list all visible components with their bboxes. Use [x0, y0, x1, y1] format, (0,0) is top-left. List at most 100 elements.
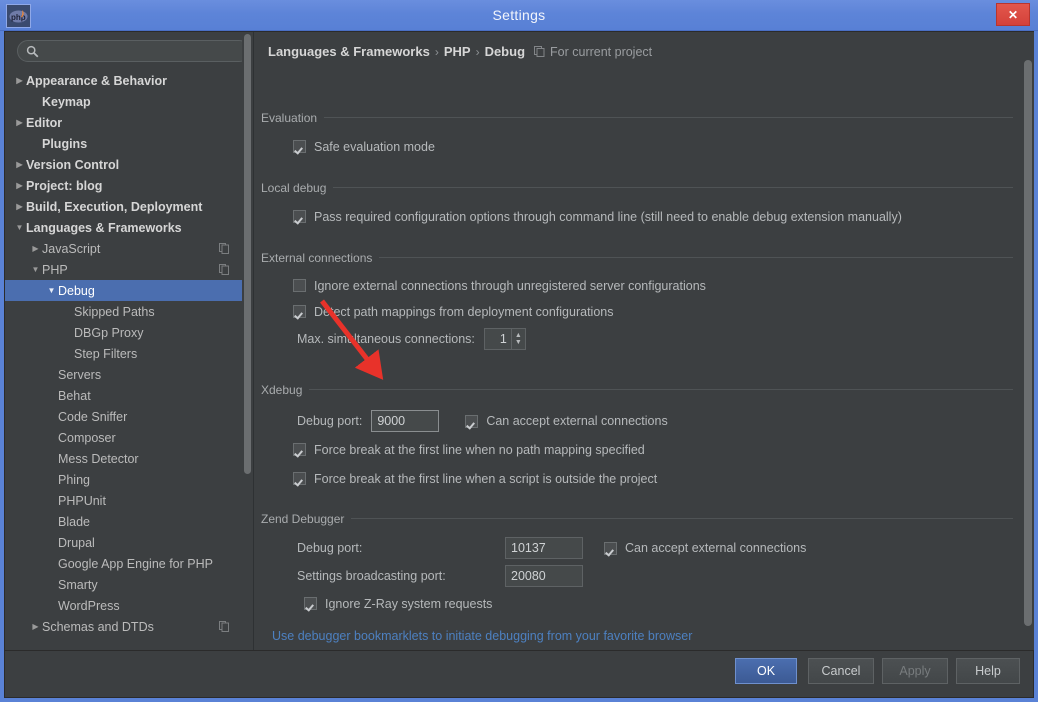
checkbox-ignore-external-connections[interactable]: Ignore external connections through unre…	[293, 276, 1013, 295]
sidebar-item-appearance-behavior[interactable]: ▶Appearance & Behavior	[5, 70, 243, 91]
checkbox-label: Detect path mappings from deployment con…	[314, 305, 613, 319]
sidebar-item-step-filters[interactable]: Step Filters	[5, 343, 243, 364]
sidebar-item-label: Version Control	[26, 158, 119, 172]
sidebar-item-debug[interactable]: ▼Debug	[5, 280, 243, 301]
sidebar-item-label: Appearance & Behavior	[26, 74, 167, 88]
sidebar-item-label: Composer	[58, 431, 116, 445]
sidebar-item-smarty[interactable]: Smarty	[5, 574, 243, 595]
stepper-value[interactable]: 1	[485, 329, 511, 349]
checkbox-force-break-no-mapping[interactable]: Force break at the first line when no pa…	[293, 440, 1013, 459]
sidebar-item-editor[interactable]: ▶Editor	[5, 112, 243, 133]
sidebar-item-keymap[interactable]: Keymap	[5, 91, 243, 112]
field-label: Settings broadcasting port:	[297, 569, 505, 583]
sidebar-item-servers[interactable]: Servers	[5, 364, 243, 385]
breadcrumb: Languages & Frameworks › PHP › Debug For…	[268, 44, 652, 59]
checkbox-force-break-outside-project[interactable]: Force break at the first line when a scr…	[293, 469, 1013, 488]
breadcrumb-part-php[interactable]: PHP	[444, 44, 471, 59]
field-xdebug-debug-port: Debug port: 9000 Can accept external con…	[297, 410, 1013, 432]
sidebar-item-schemas-and-dtds[interactable]: ▶Schemas and DTDs	[5, 616, 243, 637]
sidebar-item-label: Code Sniffer	[58, 410, 127, 424]
checkbox-box[interactable]	[293, 279, 306, 292]
sidebar-item-project-blog[interactable]: ▶Project: blog	[5, 175, 243, 196]
close-icon[interactable]: ✕	[996, 3, 1030, 26]
content-scrollbar-thumb[interactable]	[1024, 60, 1032, 626]
chevron-right-icon[interactable]: ▶	[13, 112, 26, 133]
chevron-up-icon[interactable]: ▲	[515, 332, 522, 339]
sidebar-item-composer[interactable]: Composer	[5, 427, 243, 448]
section-title-text: Evaluation	[261, 111, 317, 125]
sidebar-item-google-app-engine-for-php[interactable]: Google App Engine for PHP	[5, 553, 243, 574]
checkbox-box[interactable]	[293, 443, 306, 456]
sidebar-item-languages-frameworks[interactable]: ▼Languages & Frameworks	[5, 217, 243, 238]
sidebar-item-label: Mess Detector	[58, 452, 139, 466]
divider	[309, 389, 1013, 390]
chevron-down-icon[interactable]: ▼	[515, 339, 522, 346]
ok-button[interactable]: OK	[735, 658, 797, 684]
sidebar-item-dbgp-proxy[interactable]: DBGp Proxy	[5, 322, 243, 343]
checkbox-box[interactable]	[293, 305, 306, 318]
chevron-right-icon[interactable]: ▶	[29, 238, 42, 259]
chevron-right-icon[interactable]: ▶	[29, 616, 42, 637]
checkbox-detect-path-mappings[interactable]: Detect path mappings from deployment con…	[293, 302, 1013, 321]
sidebar-item-mess-detector[interactable]: Mess Detector	[5, 448, 243, 469]
sidebar-item-label: Smarty	[58, 578, 98, 592]
search-input[interactable]	[17, 40, 250, 62]
field-label: Debug port:	[297, 414, 362, 428]
checkbox-box[interactable]	[304, 597, 317, 610]
checkbox-pass-required-config[interactable]: Pass required configuration options thro…	[293, 207, 1013, 226]
breadcrumb-separator: ›	[476, 45, 480, 59]
sidebar-item-code-sniffer[interactable]: Code Sniffer	[5, 406, 243, 427]
chevron-down-icon[interactable]: ▼	[13, 217, 26, 238]
breadcrumb-part-debug[interactable]: Debug	[485, 44, 525, 59]
chevron-right-icon[interactable]: ▶	[13, 196, 26, 217]
quantity-stepper[interactable]: 1 ▲ ▼	[484, 328, 526, 350]
sidebar-item-label: PHP	[42, 263, 68, 277]
settings-tree[interactable]: ▶Appearance & BehaviorKeymap▶EditorPlugi…	[5, 70, 243, 650]
checkbox-safe-evaluation-mode[interactable]: Safe evaluation mode	[293, 137, 1013, 156]
checkbox-ignore-zray[interactable]: Ignore Z-Ray system requests	[304, 594, 1013, 613]
chevron-right-icon[interactable]: ▶	[13, 70, 26, 91]
sidebar-item-plugins[interactable]: Plugins	[5, 133, 243, 154]
sidebar-item-javascript[interactable]: ▶JavaScript	[5, 238, 243, 259]
sidebar-item-phpunit[interactable]: PHPUnit	[5, 490, 243, 511]
chevron-down-icon[interactable]: ▼	[45, 280, 58, 301]
bookmarklets-link[interactable]: Use debugger bookmarklets to initiate de…	[272, 629, 692, 643]
cancel-button[interactable]: Cancel	[808, 658, 874, 684]
breadcrumb-separator: ›	[435, 45, 439, 59]
broadcasting-port-input[interactable]: 20080	[505, 565, 583, 587]
title-bar: php Settings ✕	[0, 0, 1038, 31]
chevron-right-icon[interactable]: ▶	[13, 175, 26, 196]
sidebar-item-php[interactable]: ▼PHP	[5, 259, 243, 280]
zend-debug-port-input[interactable]: 10137	[505, 537, 583, 559]
sidebar-item-label: Google App Engine for PHP	[58, 557, 213, 571]
content-scrollbar-track[interactable]	[1022, 32, 1034, 650]
sidebar-item-version-control[interactable]: ▶Version Control	[5, 154, 243, 175]
checkbox-box[interactable]	[293, 210, 306, 223]
sidebar-item-label: Servers	[58, 368, 101, 382]
breadcrumb-part-languages[interactable]: Languages & Frameworks	[268, 44, 430, 59]
checkbox-label: Safe evaluation mode	[314, 140, 435, 154]
sidebar-scrollbar-track[interactable]	[242, 32, 253, 650]
sidebar-item-skipped-paths[interactable]: Skipped Paths	[5, 301, 243, 322]
sidebar-item-build-execution-deployment[interactable]: ▶Build, Execution, Deployment	[5, 196, 243, 217]
chevron-down-icon[interactable]: ▼	[29, 259, 42, 280]
sidebar-item-label: WordPress	[58, 599, 120, 613]
chevron-right-icon[interactable]: ▶	[13, 154, 26, 175]
stepper-arrows[interactable]: ▲ ▼	[511, 329, 525, 349]
search-icon	[26, 45, 39, 58]
apply-button[interactable]: Apply	[882, 658, 948, 684]
checkbox-box[interactable]	[465, 415, 478, 428]
sidebar-item-blade[interactable]: Blade	[5, 511, 243, 532]
settings-sidebar: ▶Appearance & BehaviorKeymap▶EditorPlugi…	[5, 32, 254, 650]
sidebar-scrollbar-thumb[interactable]	[244, 34, 251, 474]
checkbox-box[interactable]	[293, 472, 306, 485]
sidebar-item-behat[interactable]: Behat	[5, 385, 243, 406]
module-scope-icon	[219, 264, 229, 275]
xdebug-debug-port-input[interactable]: 9000	[371, 410, 439, 432]
sidebar-item-phing[interactable]: Phing	[5, 469, 243, 490]
sidebar-item-wordpress[interactable]: WordPress	[5, 595, 243, 616]
help-button[interactable]: Help	[956, 658, 1020, 684]
checkbox-box[interactable]	[293, 140, 306, 153]
sidebar-item-drupal[interactable]: Drupal	[5, 532, 243, 553]
checkbox-box[interactable]	[604, 542, 617, 555]
